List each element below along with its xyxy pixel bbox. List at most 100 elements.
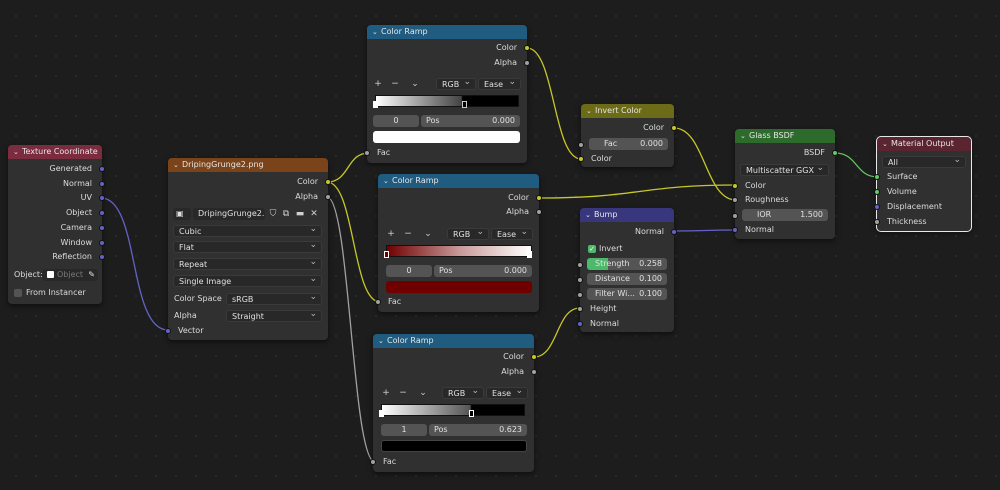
socket-color-out[interactable]: [325, 179, 331, 185]
bump-node[interactable]: ⌄ Bump Normal ✓ Invert Strength 0.258 Dist…: [577, 208, 677, 332]
ramp-stop-selected[interactable]: [384, 251, 389, 258]
ramp-options-chevron-icon[interactable]: ⌄: [423, 228, 433, 240]
node-header[interactable]: ⌄ Color Ramp: [373, 334, 534, 348]
collapse-chevron-icon[interactable]: ⌄: [13, 145, 22, 159]
socket-fac-in[interactable]: [375, 299, 381, 305]
socket-normal-out[interactable]: [671, 229, 677, 235]
add-stop-button[interactable]: +: [386, 228, 396, 240]
socket-color-in[interactable]: [732, 183, 738, 189]
collapse-chevron-icon[interactable]: ⌄: [586, 104, 595, 118]
interpolation-dropdown[interactable]: Cubic: [173, 225, 322, 237]
color-ramp-node-3[interactable]: ⌄Color Ramp Color Alpha + − ⌄ RGB Ease 1…: [370, 334, 537, 472]
from-instancer-checkbox[interactable]: [14, 289, 22, 297]
invert-color-node[interactable]: ⌄ Invert Color Color Fac 0.000 Color: [578, 104, 677, 167]
socket-roughness-in[interactable]: [732, 197, 738, 203]
extension-dropdown[interactable]: Repeat: [173, 258, 322, 270]
socket-window[interactable]: [99, 240, 105, 246]
socket-generated[interactable]: [99, 166, 105, 172]
active-stop-index[interactable]: 0: [373, 115, 419, 127]
add-stop-button[interactable]: +: [373, 78, 383, 90]
socket-displacement-in[interactable]: [874, 204, 880, 210]
socket-color-out[interactable]: [524, 45, 530, 51]
socket-height-in[interactable]: [577, 306, 583, 312]
socket-color-in[interactable]: [578, 156, 584, 162]
socket-normal-in[interactable]: [577, 321, 583, 327]
distribution-dropdown[interactable]: Multiscatter GGX: [740, 164, 829, 176]
alpha-mode-dropdown[interactable]: Straight: [226, 310, 322, 322]
texture-coordinate-node[interactable]: ⌄ Texture Coordinate Generated Normal UV …: [8, 145, 105, 304]
strength-slider[interactable]: Strength 0.258: [587, 258, 667, 270]
collapse-chevron-icon[interactable]: ⌄: [372, 25, 381, 39]
projection-dropdown[interactable]: Flat: [173, 241, 322, 253]
unlink-close-icon[interactable]: ✕: [308, 208, 320, 220]
socket-alpha-out[interactable]: [524, 60, 530, 66]
render-target-dropdown[interactable]: All: [882, 156, 966, 168]
color-mode-dropdown[interactable]: RGB: [436, 78, 476, 90]
node-header[interactable]: ⌄ Color Ramp: [378, 174, 539, 188]
socket-distance-in[interactable]: [577, 277, 583, 283]
ramp-stop[interactable]: [527, 251, 532, 258]
socket-strength-in[interactable]: [577, 262, 583, 268]
socket-normal-in[interactable]: [732, 227, 738, 233]
remove-stop-button[interactable]: −: [403, 228, 413, 240]
ramp-options-chevron-icon[interactable]: ⌄: [410, 78, 420, 90]
material-output-node[interactable]: ⌄Material Output All Surface Volume Disp…: [874, 136, 972, 232]
active-stop-index[interactable]: 0: [386, 265, 432, 277]
socket-reflection[interactable]: [99, 254, 105, 260]
stop-color-swatch[interactable]: [386, 281, 532, 293]
node-header[interactable]: ⌄ Invert Color: [581, 104, 674, 118]
node-header[interactable]: ⌄ Glass BSDF: [735, 129, 835, 143]
socket-fac-in[interactable]: [578, 142, 584, 148]
open-folder-icon[interactable]: ▬: [294, 208, 306, 220]
ramp-stop[interactable]: [462, 101, 467, 108]
image-name-field[interactable]: DripingGrunge2....: [193, 208, 265, 220]
collapse-chevron-icon[interactable]: ⌄: [882, 137, 891, 151]
node-header[interactable]: ⌄ Bump: [580, 208, 674, 222]
socket-color-out[interactable]: [536, 195, 542, 201]
image-browse-button[interactable]: ▣: [173, 208, 191, 220]
color-mode-dropdown[interactable]: RGB: [442, 387, 484, 399]
color-ramp-gradient[interactable]: [375, 95, 519, 107]
node-header[interactable]: ⌄ Material Output: [877, 137, 971, 151]
socket-surface-in[interactable]: [874, 174, 880, 180]
color-ramp-gradient[interactable]: [381, 404, 525, 416]
source-dropdown[interactable]: Single Image: [173, 275, 322, 287]
color-ramp-gradient[interactable]: [386, 245, 532, 257]
socket-fac-in[interactable]: [370, 459, 376, 465]
collapse-chevron-icon[interactable]: ⌄: [740, 129, 749, 143]
collapse-chevron-icon[interactable]: ⌄: [173, 158, 182, 172]
stop-color-swatch[interactable]: [381, 440, 527, 452]
filter-width-field[interactable]: Filter Wi... 0.100: [587, 288, 667, 300]
socket-ior-in[interactable]: [732, 213, 738, 219]
socket-color-out[interactable]: [531, 354, 537, 360]
duplicate-icon[interactable]: ⧉: [280, 208, 292, 220]
color-mode-dropdown[interactable]: RGB: [447, 228, 489, 240]
ramp-stop-selected[interactable]: [469, 410, 474, 417]
ramp-stop[interactable]: [379, 410, 384, 417]
glass-bsdf-node[interactable]: ⌄Glass BSDF BSDF Multiscatter GGX Color …: [732, 129, 838, 239]
stop-color-swatch[interactable]: [373, 131, 520, 143]
node-header[interactable]: ⌄ Color Ramp: [367, 25, 527, 39]
socket-fac-in[interactable]: [364, 150, 370, 156]
socket-color-out[interactable]: [671, 125, 677, 131]
node-header[interactable]: ⌄ Texture Coordinate: [8, 145, 102, 159]
socket-normal[interactable]: [99, 181, 105, 187]
socket-vector-in[interactable]: [165, 328, 171, 334]
stop-position-field[interactable]: Pos 0.000: [421, 115, 520, 127]
socket-uv[interactable]: [99, 195, 105, 201]
socket-alpha-out[interactable]: [536, 209, 542, 215]
fac-field[interactable]: Fac 0.000: [589, 138, 668, 150]
add-stop-button[interactable]: +: [381, 387, 391, 399]
socket-thickness-in[interactable]: [874, 219, 880, 225]
socket-filter-width-in[interactable]: [577, 292, 583, 298]
ramp-options-chevron-icon[interactable]: ⌄: [418, 387, 428, 399]
interpolation-dropdown[interactable]: Ease: [478, 78, 521, 90]
collapse-chevron-icon[interactable]: ⌄: [585, 208, 594, 222]
color-ramp-node-2[interactable]: ⌄Color Ramp Color Alpha + − ⌄ RGB Ease 0…: [375, 174, 542, 312]
socket-bsdf-out[interactable]: [832, 150, 838, 156]
socket-alpha-out[interactable]: [531, 369, 537, 375]
socket-alpha-out[interactable]: [325, 194, 331, 200]
collapse-chevron-icon[interactable]: ⌄: [383, 174, 392, 188]
eyedropper-icon[interactable]: ✎: [88, 269, 95, 281]
ramp-stop-selected[interactable]: [373, 101, 378, 108]
